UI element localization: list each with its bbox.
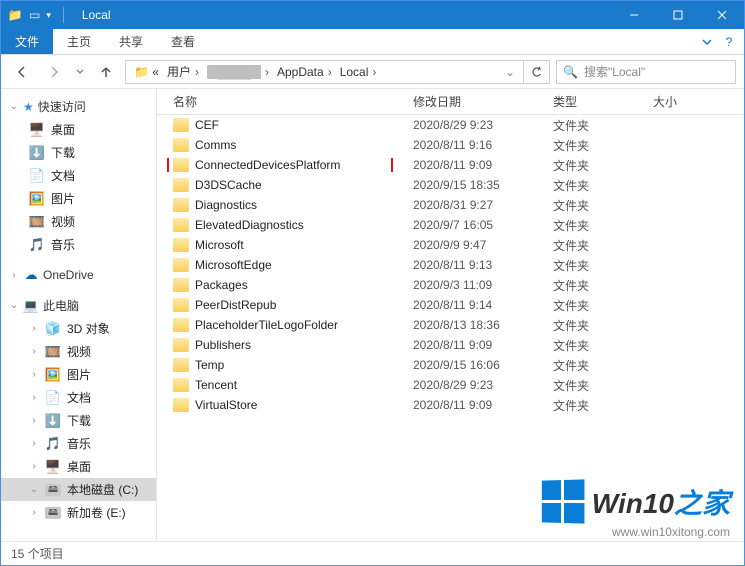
breadcrumb[interactable]: 用户 › xyxy=(163,63,203,80)
sidebar-item[interactable]: ›3D 对象 xyxy=(1,317,156,340)
expand-ribbon-icon[interactable] xyxy=(698,33,716,51)
search-icon: 🔍 xyxy=(563,65,578,79)
status-bar: 15 个项目 xyxy=(1,541,744,565)
help-icon[interactable]: ? xyxy=(720,33,738,51)
qat-dropdown-icon[interactable]: ▾ xyxy=(46,10,51,21)
up-button[interactable] xyxy=(93,59,119,85)
forward-button[interactable] xyxy=(41,59,67,85)
folder-icon xyxy=(173,198,189,212)
nav-row: 📁 « 用户 › ████ › AppData › Local › ⌄ 🔍 搜索… xyxy=(1,55,744,89)
sidebar-item[interactable]: ›音乐 xyxy=(1,432,156,455)
col-type[interactable]: 类型 xyxy=(545,93,645,110)
refresh-button[interactable] xyxy=(524,60,550,84)
breadcrumb[interactable]: AppData › xyxy=(273,65,336,79)
col-size[interactable]: 大小 xyxy=(645,93,725,110)
folder-icon xyxy=(173,338,189,352)
sidebar-item[interactable]: ›图片 xyxy=(1,363,156,386)
sidebar-quick-access[interactable]: ⌄★快速访问 xyxy=(1,95,156,118)
qat-properties-icon[interactable]: ▭ xyxy=(29,8,40,22)
folder-icon xyxy=(173,138,189,152)
col-date[interactable]: 修改日期 xyxy=(405,93,545,110)
sidebar-item[interactable]: ›视频 xyxy=(1,340,156,363)
status-count: 15 个项目 xyxy=(11,545,64,562)
sidebar-item[interactable]: 桌面 xyxy=(1,118,156,141)
table-row[interactable]: MicrosoftEdge 2020/8/11 9:13 文件夹 xyxy=(157,255,744,275)
titlebar: 📁 ▭ ▾ Local xyxy=(1,1,744,29)
search-input[interactable]: 🔍 搜索"Local" xyxy=(556,60,736,84)
folder-icon xyxy=(173,178,189,192)
table-row[interactable]: CEF 2020/8/29 9:23 文件夹 xyxy=(157,115,744,135)
sidebar-this-pc[interactable]: ⌄此电脑 xyxy=(1,294,156,317)
address-dropdown-icon[interactable]: ⌄ xyxy=(505,65,519,79)
tab-share[interactable]: 共享 xyxy=(105,29,157,54)
address-bar[interactable]: 📁 « 用户 › ████ › AppData › Local › ⌄ xyxy=(125,60,524,84)
table-row[interactable]: Packages 2020/9/3 11:09 文件夹 xyxy=(157,275,744,295)
recent-locations-button[interactable] xyxy=(73,59,87,85)
sidebar-item[interactable]: 视频 xyxy=(1,210,156,233)
folder-icon xyxy=(173,258,189,272)
table-row[interactable]: D3DSCache 2020/9/15 18:35 文件夹 xyxy=(157,175,744,195)
minimize-button[interactable] xyxy=(612,1,656,29)
search-placeholder: 搜索"Local" xyxy=(584,63,645,80)
close-button[interactable] xyxy=(700,1,744,29)
sidebar-item[interactable]: ⌄本地磁盘 (C:) xyxy=(1,478,156,501)
folder-icon xyxy=(173,158,189,172)
back-button[interactable] xyxy=(9,59,35,85)
column-headers: 名称 修改日期 类型 大小 xyxy=(157,89,744,115)
table-row[interactable]: Temp 2020/9/15 16:06 文件夹 xyxy=(157,355,744,375)
table-row[interactable]: ConnectedDevicesPlatform 2020/8/11 9:09 … xyxy=(157,155,744,175)
sidebar: ⌄★快速访问桌面下载文档图片视频音乐 ›OneDrive ⌄此电脑›3D 对象›视频… xyxy=(1,89,157,541)
col-name[interactable]: 名称 xyxy=(165,93,405,110)
file-list: 名称 修改日期 类型 大小 CEF 2020/8/29 9:23 文件夹 Com… xyxy=(157,89,744,541)
sidebar-item[interactable]: ›下载 xyxy=(1,409,156,432)
window-title: Local xyxy=(82,8,111,22)
ribbon: 文件 主页 共享 查看 ? xyxy=(1,29,744,55)
app-icon: 📁 xyxy=(7,7,23,23)
sidebar-item[interactable]: ›新加卷 (E:) xyxy=(1,501,156,524)
table-row[interactable]: VirtualStore 2020/8/11 9:09 文件夹 xyxy=(157,395,744,415)
table-row[interactable]: PeerDistRepub 2020/8/11 9:14 文件夹 xyxy=(157,295,744,315)
tab-view[interactable]: 查看 xyxy=(157,29,209,54)
sidebar-item[interactable]: 音乐 xyxy=(1,233,156,256)
folder-icon xyxy=(173,218,189,232)
breadcrumb-root[interactable]: 📁 « xyxy=(130,65,163,79)
sidebar-item[interactable]: 下载 xyxy=(1,141,156,164)
sidebar-item[interactable]: ›文档 xyxy=(1,386,156,409)
folder-icon xyxy=(173,238,189,252)
folder-icon xyxy=(173,278,189,292)
sidebar-onedrive[interactable]: ›OneDrive xyxy=(1,264,156,286)
table-row[interactable]: Comms 2020/8/11 9:16 文件夹 xyxy=(157,135,744,155)
breadcrumb[interactable]: Local › xyxy=(336,65,381,79)
table-row[interactable]: PlaceholderTileLogoFolder 2020/8/13 18:3… xyxy=(157,315,744,335)
folder-icon xyxy=(173,298,189,312)
sidebar-item[interactable]: 文档 xyxy=(1,164,156,187)
breadcrumb-hidden[interactable]: ████ › xyxy=(203,65,273,79)
folder-icon xyxy=(173,358,189,372)
folder-icon xyxy=(173,378,189,392)
table-row[interactable]: Microsoft 2020/9/9 9:47 文件夹 xyxy=(157,235,744,255)
folder-icon xyxy=(173,118,189,132)
folder-icon xyxy=(173,398,189,412)
tab-home[interactable]: 主页 xyxy=(53,29,105,54)
table-row[interactable]: Publishers 2020/8/11 9:09 文件夹 xyxy=(157,335,744,355)
folder-icon xyxy=(173,318,189,332)
file-tab[interactable]: 文件 xyxy=(1,29,53,54)
sidebar-item[interactable]: 图片 xyxy=(1,187,156,210)
maximize-button[interactable] xyxy=(656,1,700,29)
table-row[interactable]: Tencent 2020/8/29 9:23 文件夹 xyxy=(157,375,744,395)
table-row[interactable]: Diagnostics 2020/8/31 9:27 文件夹 xyxy=(157,195,744,215)
sidebar-item[interactable]: ›桌面 xyxy=(1,455,156,478)
table-row[interactable]: ElevatedDiagnostics 2020/9/7 16:05 文件夹 xyxy=(157,215,744,235)
